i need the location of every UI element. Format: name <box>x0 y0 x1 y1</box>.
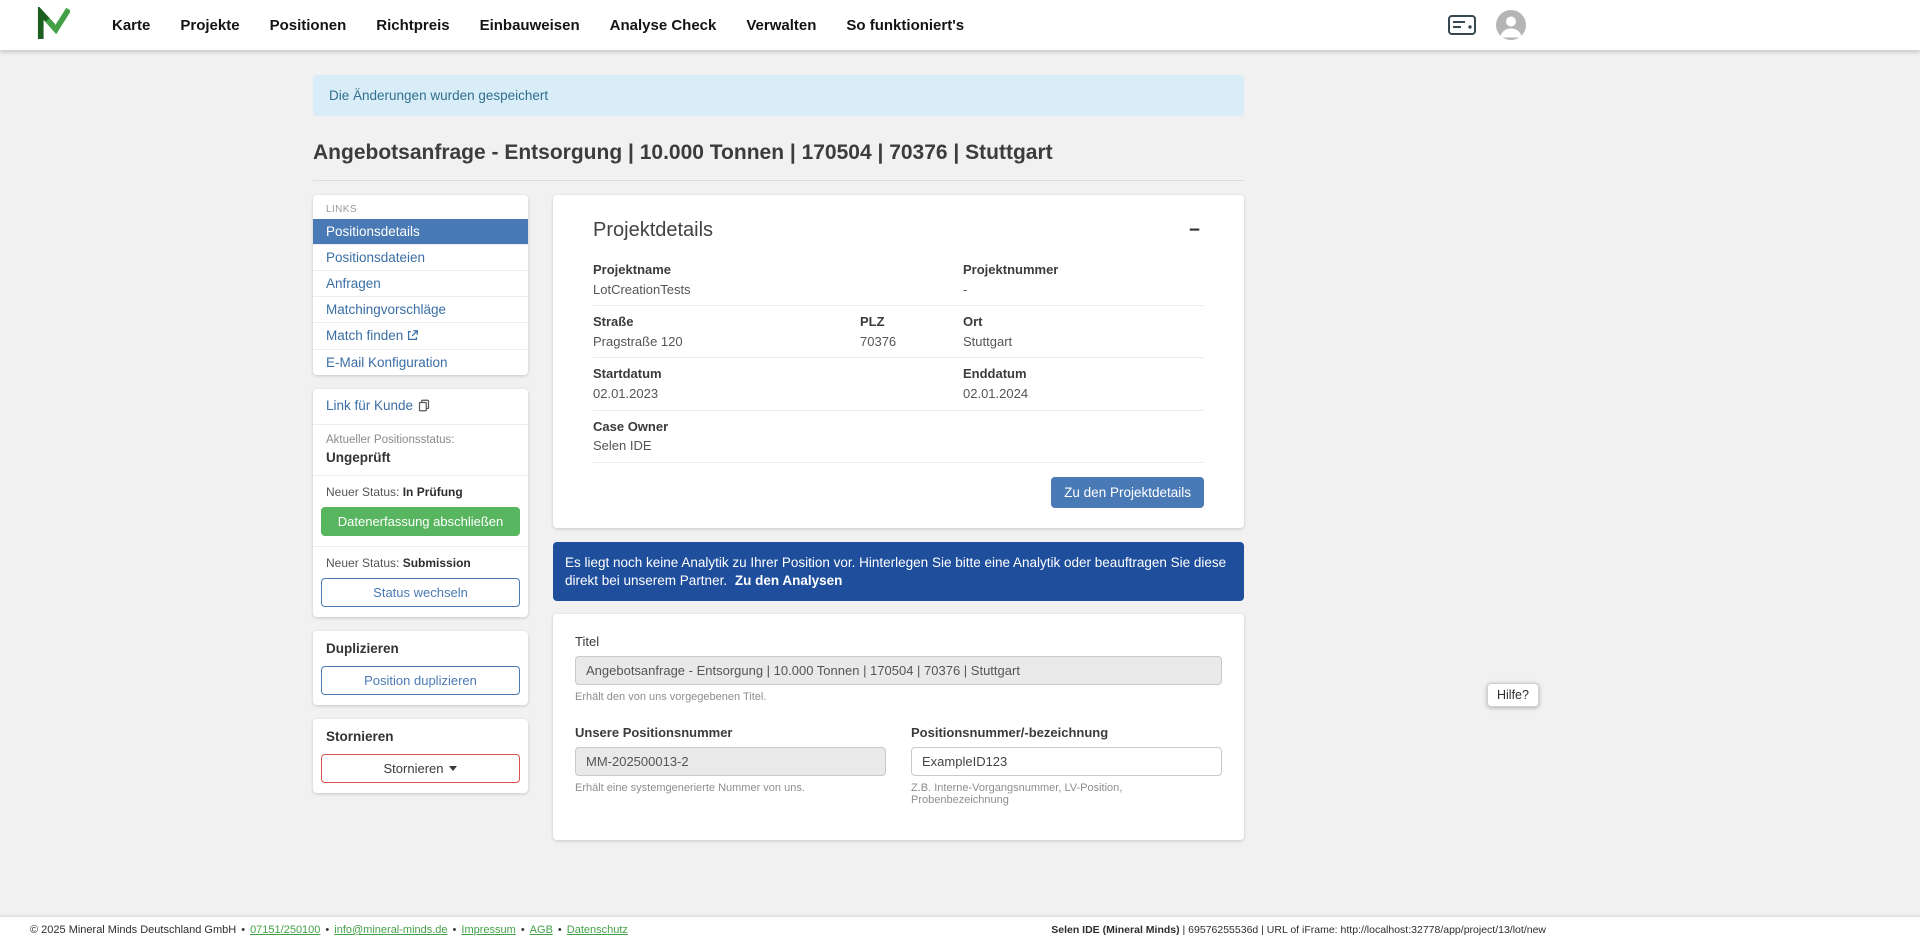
nav-item-richtpreis[interactable]: Richtpreis <box>376 17 449 34</box>
duplicate-title: Duplizieren <box>313 631 528 658</box>
title-field-input <box>575 656 1222 685</box>
nav-item-analyse-check[interactable]: Analyse Check <box>610 17 717 34</box>
sidebar: LINKS Positionsdetails Positionsdateien … <box>313 195 528 807</box>
session-user: Selen IDE (Mineral Minds) <box>1051 924 1179 936</box>
our-number-helper: Erhält eine systemgenerierte Nummer von … <box>575 782 886 794</box>
footer: © 2025 Mineral Minds Deutschland GmbH 07… <box>0 917 1920 943</box>
cancel-card: Stornieren Stornieren <box>313 719 528 793</box>
project-details-row: Case Owner Selen IDE <box>593 411 1204 463</box>
title-field-label: Titel <box>575 634 1222 649</box>
position-form-card: Titel Erhält den von uns vorgegebenen Ti… <box>553 614 1244 840</box>
next-status-row: Neuer Status: In Prüfung <box>313 476 528 499</box>
caret-down-icon <box>449 766 457 771</box>
project-details-row: Straße Pragstraße 120 PLZ 70376 Ort Stut… <box>593 306 1204 358</box>
complete-data-entry-button[interactable]: Datenerfassung abschließen <box>321 507 520 536</box>
main-navigation: Karte Projekte Positionen Richtpreis Ein… <box>112 17 964 34</box>
duplicate-position-button[interactable]: Position duplizieren <box>321 666 520 695</box>
user-avatar[interactable] <box>1496 10 1526 40</box>
analytics-banner-text: Es liegt noch keine Analytik zu Ihrer Po… <box>565 555 1226 588</box>
nav-item-positionen[interactable]: Positionen <box>270 17 347 34</box>
copy-icon <box>418 400 430 415</box>
project-details-button[interactable]: Zu den Projektdetails <box>1051 477 1204 508</box>
session-info: Selen IDE (Mineral Minds) | 69576255536d… <box>1051 924 1546 936</box>
position-number-input[interactable] <box>911 747 1222 776</box>
current-status-value: Ungeprüft <box>326 450 515 465</box>
customer-link[interactable]: Link für Kunde <box>326 398 430 413</box>
footer-email-link[interactable]: info@mineral-minds.de <box>334 924 447 936</box>
nav-item-projekte[interactable]: Projekte <box>180 17 239 34</box>
top-navbar: Karte Projekte Positionen Richtpreis Ein… <box>0 0 1920 50</box>
analytics-banner: Es liegt noch keine Analytik zu Ihrer Po… <box>553 542 1244 602</box>
nav-item-verwalten[interactable]: Verwalten <box>746 17 816 34</box>
status-card: Link für Kunde Aktueller Positionsstatus… <box>313 389 528 617</box>
links-header: LINKS <box>313 195 528 219</box>
saved-alert: Die Änderungen wurden gespeichert <box>313 75 1244 116</box>
position-number-label: Positionsnummer/-bezeichnung <box>911 725 1222 740</box>
next-status-row: Neuer Status: Submission <box>313 547 528 570</box>
sidebar-item-anfragen[interactable]: Anfragen <box>313 270 528 296</box>
project-details-row: Projektname LotCreationTests Projektnumm… <box>593 254 1204 306</box>
footer-phone-link[interactable]: 07151/250100 <box>250 924 320 936</box>
analytics-link[interactable]: Zu den Analysen <box>735 573 843 588</box>
current-status-label: Aktueller Positionsstatus: <box>326 434 515 446</box>
nav-item-so-funktionierts[interactable]: So funktioniert's <box>846 17 964 34</box>
collapse-icon[interactable]: − <box>1185 219 1204 242</box>
nav-item-einbauweisen[interactable]: Einbauweisen <box>480 17 580 34</box>
content-container: Die Änderungen wurden gespeichert Angebo… <box>313 75 1244 854</box>
page-title: Angebotsanfrage - Entsorgung | 10.000 To… <box>313 140 1244 181</box>
sidebar-item-positionsdetails[interactable]: Positionsdetails <box>313 219 528 244</box>
switch-status-button[interactable]: Status wechseln <box>321 578 520 607</box>
footer-impressum-link[interactable]: Impressum <box>461 924 515 936</box>
nav-item-karte[interactable]: Karte <box>112 17 150 34</box>
project-details-title: Projektdetails <box>593 219 713 242</box>
cancel-dropdown-button[interactable]: Stornieren <box>321 754 520 783</box>
external-link-icon <box>407 329 418 344</box>
position-number-helper: Z.B. Interne-Vorgangsnummer, LV-Position… <box>911 782 1222 806</box>
copyright-text: © 2025 Mineral Minds Deutschland GmbH <box>30 924 236 936</box>
duplicate-card: Duplizieren Position duplizieren <box>313 631 528 705</box>
session-details: | 69576255536d | URL of iFrame: http://l… <box>1180 924 1546 936</box>
sidebar-item-positionsdateien[interactable]: Positionsdateien <box>313 244 528 270</box>
footer-agb-link[interactable]: AGB <box>530 924 553 936</box>
main-panel: Projektdetails − Projektname LotCreation… <box>553 195 1244 854</box>
title-field-helper: Erhält den von uns vorgegebenen Titel. <box>575 691 1222 703</box>
mineral-minds-logo-icon <box>36 7 70 44</box>
our-number-input <box>575 747 886 776</box>
sidebar-item-match-finden[interactable]: Match finden <box>313 322 528 349</box>
sidebar-item-matchingvorschlaege[interactable]: Matchingvorschläge <box>313 296 528 322</box>
footer-datenschutz-link[interactable]: Datenschutz <box>567 924 628 936</box>
project-details-row: Startdatum 02.01.2023 Enddatum 02.01.202… <box>593 358 1204 410</box>
cancel-title: Stornieren <box>313 719 528 746</box>
app-logo[interactable] <box>36 7 70 44</box>
links-card: LINKS Positionsdetails Positionsdateien … <box>313 195 528 375</box>
our-number-label: Unsere Positionsnummer <box>575 725 886 740</box>
project-details-card: Projektdetails − Projektname LotCreation… <box>553 195 1244 528</box>
server-icon[interactable] <box>1448 15 1476 35</box>
help-button[interactable]: Hilfe? <box>1487 683 1539 707</box>
sidebar-item-email-konfiguration[interactable]: E-Mail Konfiguration <box>313 349 528 375</box>
